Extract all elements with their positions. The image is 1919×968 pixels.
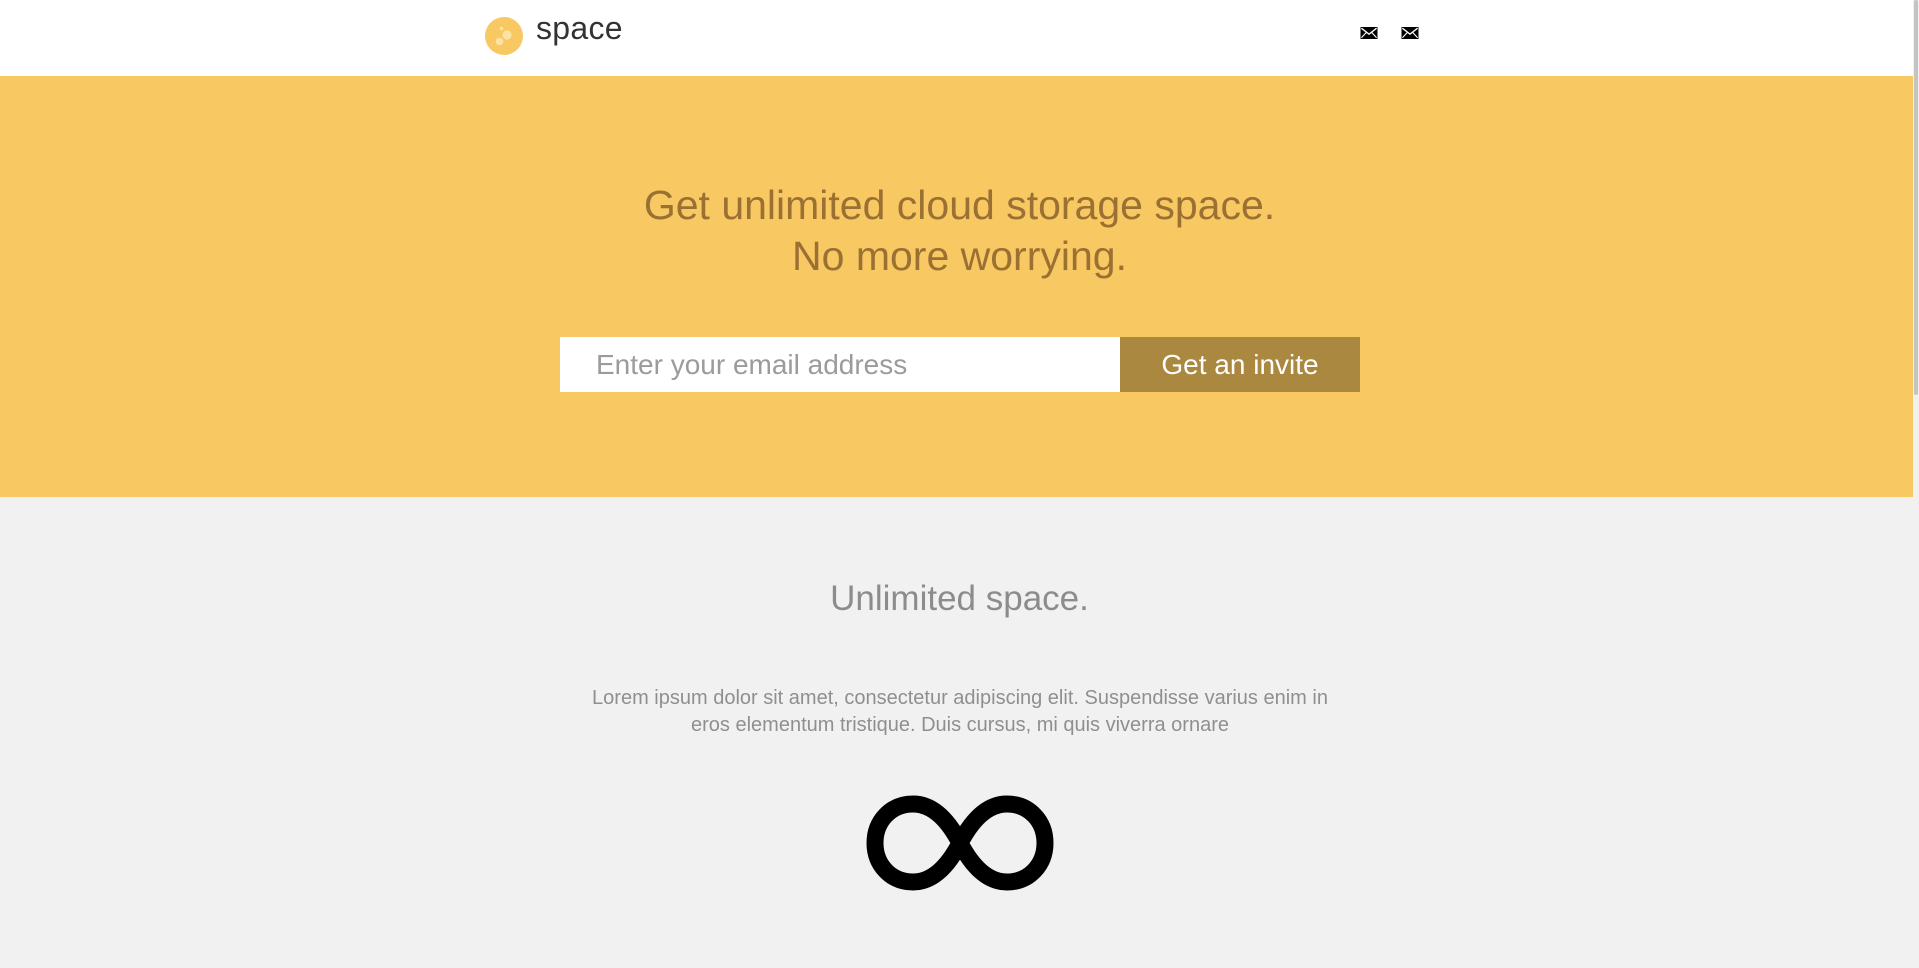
infinity-icon: [866, 795, 1054, 891]
hero-title-line-2: No more worrying.: [792, 233, 1127, 279]
email-input[interactable]: [560, 337, 1120, 392]
logo-link[interactable]: [484, 16, 524, 56]
invite-form: Get an invite: [560, 337, 1360, 392]
feature-title: Unlimited space.: [830, 579, 1089, 618]
landing-page: space Get unlimited cloud storage space.…: [0, 0, 1919, 968]
logo-icon: [485, 17, 523, 55]
scrollbar-thumb[interactable]: [1914, 0, 1918, 395]
hero-title: Get unlimited cloud storage space. No mo…: [0, 180, 1919, 282]
header-icon-group: [1360, 24, 1419, 42]
mail-icon[interactable]: [1401, 24, 1419, 42]
hero-section: Get unlimited cloud storage space. No mo…: [0, 76, 1919, 497]
brand-name: space: [536, 10, 623, 46]
feature-section: Unlimited space. Lorem ipsum dolor sit a…: [0, 497, 1919, 968]
hero-title-line-1: Get unlimited cloud storage space.: [643, 182, 1276, 228]
get-invite-button[interactable]: Get an invite: [1120, 337, 1360, 392]
page-scrollbar[interactable]: [1913, 0, 1919, 968]
mail-icon[interactable]: [1360, 24, 1378, 42]
site-header: space: [0, 0, 1919, 76]
feature-description: Lorem ipsum dolor sit amet, consectetur …: [592, 687, 1328, 736]
